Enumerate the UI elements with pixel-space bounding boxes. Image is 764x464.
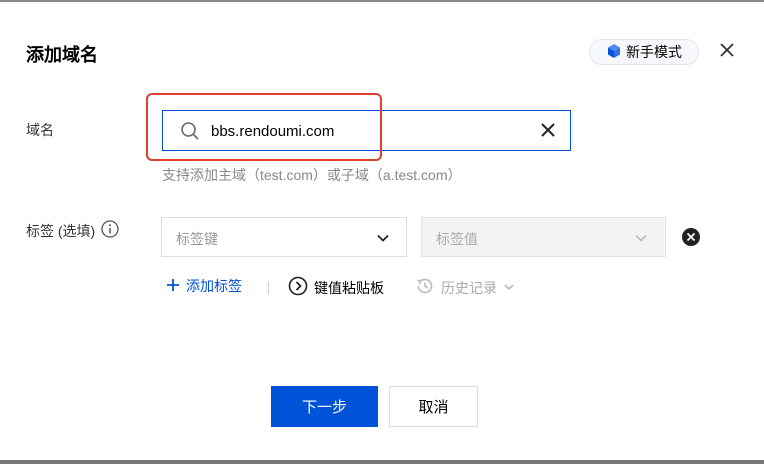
divider bbox=[268, 281, 269, 295]
window-bottom-edge bbox=[0, 460, 764, 464]
guide-mode-button[interactable]: 新手模式 bbox=[589, 39, 699, 65]
history-dropdown[interactable]: 历史记录 bbox=[415, 276, 515, 299]
dialog-title: 添加域名 bbox=[26, 45, 98, 65]
domain-label: 域名 bbox=[26, 122, 54, 138]
tag-value-select[interactable]: 标签值 bbox=[421, 217, 666, 257]
tags-label-group: 标签 (选填) bbox=[26, 220, 119, 241]
clear-input-icon[interactable] bbox=[541, 123, 555, 142]
close-icon bbox=[720, 42, 734, 62]
close-dialog-button[interactable] bbox=[717, 42, 737, 62]
window-top-edge bbox=[0, 0, 764, 2]
chevron-down-icon bbox=[376, 231, 390, 248]
next-step-button[interactable]: 下一步 bbox=[271, 386, 378, 427]
guide-mode-label: 新手模式 bbox=[626, 44, 682, 60]
chevron-down-icon bbox=[503, 280, 515, 296]
cancel-button[interactable]: 取消 bbox=[389, 386, 478, 427]
add-tag-button[interactable]: 添加标签 bbox=[166, 276, 242, 296]
tag-value-placeholder: 标签值 bbox=[436, 231, 478, 247]
remove-tag-icon[interactable] bbox=[681, 227, 701, 252]
paste-label: 键值粘贴板 bbox=[314, 279, 384, 296]
domain-hint: 支持添加主域（test.com）或子域（a.test.com） bbox=[162, 167, 462, 183]
history-icon bbox=[415, 276, 435, 299]
chevron-right-circle-icon bbox=[288, 276, 308, 299]
red-highlight-box bbox=[146, 93, 382, 161]
tag-key-select[interactable]: 标签键 bbox=[161, 217, 407, 257]
cube-icon bbox=[606, 43, 622, 62]
key-value-paste-button[interactable]: 键值粘贴板 bbox=[288, 276, 384, 299]
plus-icon bbox=[166, 278, 180, 295]
info-icon[interactable] bbox=[101, 220, 119, 241]
chevron-down-icon bbox=[634, 231, 648, 248]
add-tag-label: 添加标签 bbox=[186, 278, 242, 294]
tag-key-placeholder: 标签键 bbox=[176, 231, 218, 247]
history-label: 历史记录 bbox=[441, 279, 497, 296]
tags-label: 标签 (选填) bbox=[26, 222, 96, 239]
